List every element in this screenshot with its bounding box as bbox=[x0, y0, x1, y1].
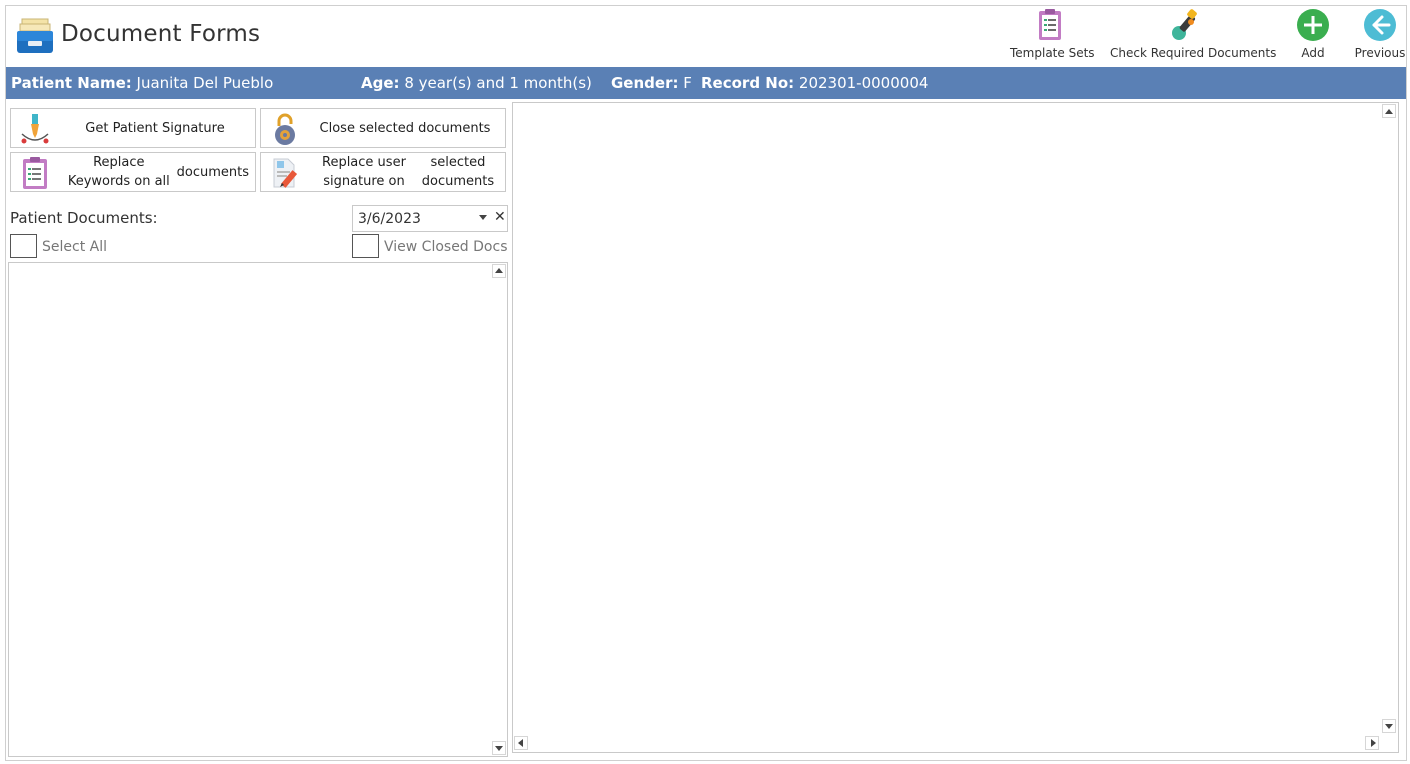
select-all-checkbox[interactable] bbox=[10, 234, 37, 258]
patient-name-label: Patient Name: bbox=[11, 74, 132, 92]
add-label: Add bbox=[1301, 46, 1325, 60]
patient-gender-value: F bbox=[683, 74, 692, 92]
chevron-up-icon bbox=[1385, 109, 1393, 114]
clipboard-icon bbox=[1039, 9, 1061, 40]
patient-age-label: Age: bbox=[361, 74, 400, 92]
view-closed-docs-label: View Closed Docs bbox=[384, 239, 508, 255]
replace-keywords-label: Replace Keywords on all documents bbox=[61, 153, 249, 191]
chevron-down-icon[interactable] bbox=[479, 215, 487, 220]
chevron-left-icon bbox=[518, 739, 523, 747]
file-cabinet-icon bbox=[17, 18, 53, 53]
patient-record: Record No: 202301-0000004 bbox=[701, 74, 928, 92]
replace-keywords-button[interactable]: Replace Keywords on all documents bbox=[10, 152, 256, 192]
chevron-up-icon bbox=[495, 268, 503, 273]
plus-circle-icon bbox=[1297, 9, 1329, 41]
patient-info-bar: Patient Name: Juanita Del Pueblo Age: 8 … bbox=[6, 67, 1406, 99]
view-closed-docs-checkbox[interactable] bbox=[352, 234, 379, 258]
close-selected-documents-label: Close selected documents bbox=[319, 120, 491, 136]
replace-signature-line2: selected documents bbox=[421, 155, 495, 189]
documents-list[interactable] bbox=[8, 262, 508, 757]
get-patient-signature-label: Get Patient Signature bbox=[85, 120, 225, 136]
template-sets-label: Template Sets bbox=[1010, 46, 1095, 60]
previous-label: Previous bbox=[1354, 46, 1406, 60]
arrow-left-circle-icon bbox=[1364, 9, 1396, 41]
add-button[interactable]: Add bbox=[1293, 8, 1333, 62]
date-value: 3/6/2023 bbox=[358, 211, 421, 227]
replace-signature-line1: Replace user signature on bbox=[322, 155, 406, 189]
patient-age: Age: 8 year(s) and 1 month(s) bbox=[361, 74, 592, 92]
patient-name-value: Juanita Del Pueblo bbox=[136, 74, 274, 92]
page-title: Document Forms bbox=[61, 21, 261, 47]
document-viewer[interactable] bbox=[512, 102, 1399, 753]
select-all-label: Select All bbox=[42, 239, 107, 255]
chevron-down-icon bbox=[495, 746, 503, 751]
close-selected-documents-button[interactable]: Close selected documents bbox=[260, 108, 506, 148]
chevron-right-icon bbox=[1371, 739, 1376, 747]
check-required-documents-button[interactable]: Check Required Documents bbox=[1110, 8, 1277, 62]
get-patient-signature-button[interactable]: Get Patient Signature bbox=[10, 108, 256, 148]
replace-user-signature-button[interactable]: Replace user signature on selected docume… bbox=[260, 152, 506, 192]
date-picker[interactable]: 3/6/2023 ✕ bbox=[352, 205, 508, 232]
pen-signature-icon bbox=[21, 114, 49, 144]
chevron-down-icon bbox=[1385, 724, 1393, 729]
clipboard-list-icon bbox=[23, 157, 47, 189]
template-sets-button[interactable]: Template Sets bbox=[1010, 8, 1095, 62]
replace-keywords-line2: documents bbox=[176, 164, 249, 180]
paint-brush-icon bbox=[1172, 9, 1197, 40]
replace-user-signature-label: Replace user signature on selected docume… bbox=[311, 153, 499, 191]
replace-keywords-line1: Replace Keywords on all bbox=[67, 155, 170, 189]
previous-button[interactable]: Previous bbox=[1353, 8, 1407, 62]
patient-gender-label: Gender: bbox=[611, 74, 679, 92]
patient-gender: Gender: F bbox=[611, 74, 692, 92]
padlock-icon bbox=[275, 113, 295, 145]
patient-record-value: 202301-0000004 bbox=[798, 74, 929, 92]
patient-age-value: 8 year(s) and 1 month(s) bbox=[404, 74, 592, 92]
patient-name: Patient Name: Juanita Del Pueblo bbox=[11, 74, 273, 92]
close-icon[interactable]: ✕ bbox=[494, 209, 506, 225]
document-edit-icon bbox=[273, 158, 298, 188]
patient-documents-label: Patient Documents: bbox=[10, 209, 158, 227]
check-required-documents-label: Check Required Documents bbox=[1110, 46, 1277, 60]
patient-record-label: Record No: bbox=[701, 74, 795, 92]
